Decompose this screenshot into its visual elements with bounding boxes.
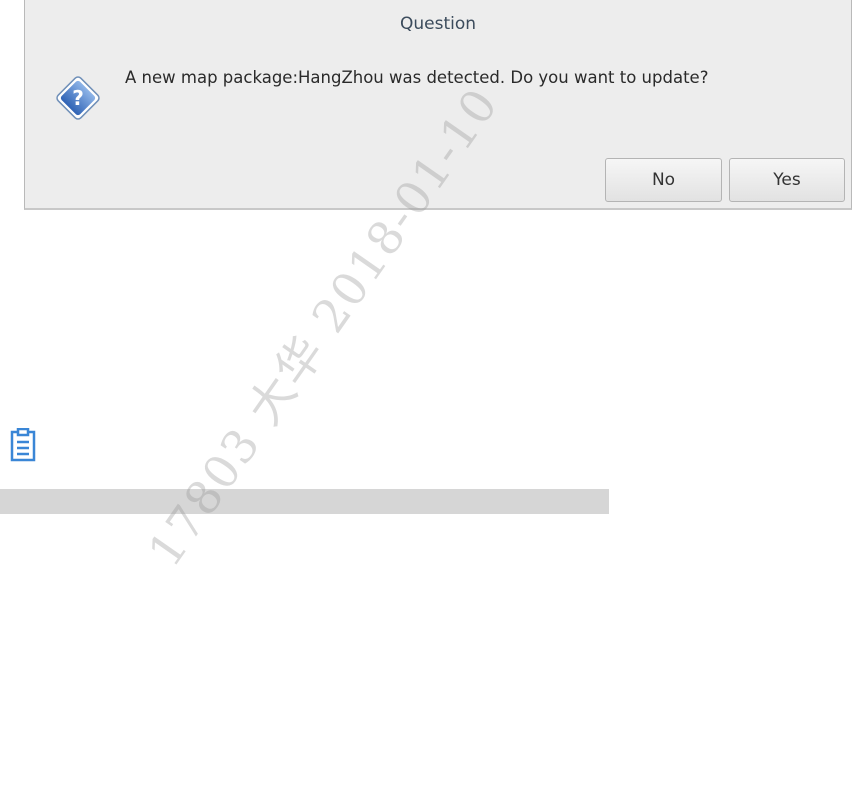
yes-button[interactable]: Yes [729,158,845,202]
clipboard-icon [10,428,36,462]
no-button[interactable]: No [605,158,722,202]
dialog-message: A new map package:HangZhou was detected.… [125,68,709,87]
dialog-title: Question [399,14,477,34]
question-dialog: Question ? A new map package:HangZhou wa… [24,0,852,210]
grey-bar [0,489,609,514]
svg-text:?: ? [72,86,84,110]
question-icon: ? [56,76,100,120]
